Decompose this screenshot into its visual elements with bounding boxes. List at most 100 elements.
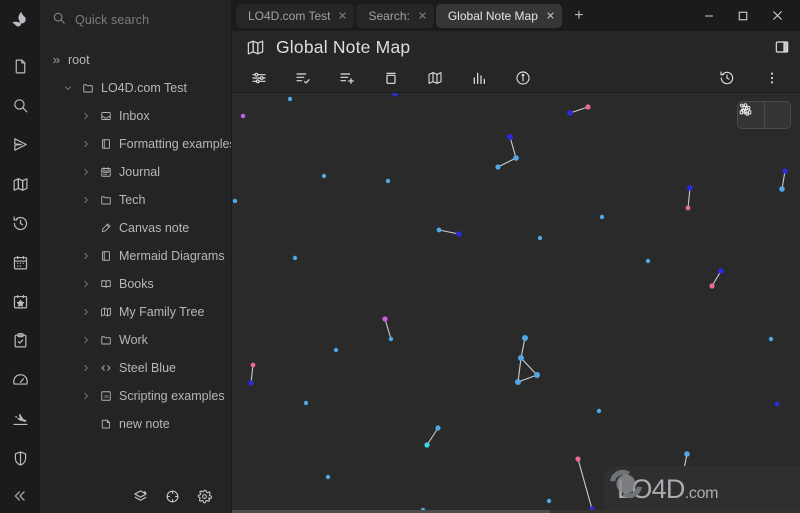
graph-node[interactable] (659, 471, 665, 477)
chevron-right-icon[interactable] (80, 167, 92, 177)
tree-item-formatting-examples[interactable]: Formatting examples (40, 130, 232, 158)
rail-item-workspaces[interactable] (0, 400, 40, 439)
tree-item-work[interactable]: Work (40, 326, 232, 354)
tree-item-my-family-tree[interactable]: My Family Tree (40, 298, 232, 326)
chevron-right-icon[interactable] (80, 363, 92, 373)
graph-node[interactable] (382, 316, 388, 322)
new-tab-button[interactable]: + (567, 4, 591, 28)
save-preset-button[interactable] (331, 65, 362, 91)
minimize-button[interactable] (692, 0, 726, 31)
stats-button[interactable] (463, 65, 494, 91)
graph-node[interactable] (435, 425, 441, 431)
close-icon[interactable] (546, 9, 555, 22)
rail-item-calendar[interactable] (0, 243, 40, 282)
graph-node[interactable] (321, 173, 327, 179)
tree-row-root[interactable]: root (40, 46, 232, 74)
collapse-sidebar-button[interactable] (0, 479, 40, 513)
chevron-right-icon[interactable] (80, 139, 92, 149)
graph-node[interactable] (518, 355, 524, 361)
tree-item-journal[interactable]: Journal (40, 158, 232, 186)
graph-node[interactable] (392, 93, 398, 97)
graph-node[interactable] (515, 379, 521, 385)
maximize-button[interactable] (726, 0, 760, 31)
graph-node[interactable] (736, 477, 742, 483)
graph-node[interactable] (495, 164, 501, 170)
chevron-right-icon[interactable] (80, 195, 92, 205)
graph-node[interactable] (585, 104, 591, 110)
hierarchy-layout-button[interactable] (739, 102, 790, 128)
chevron-right-icon[interactable] (80, 335, 92, 345)
graph-node[interactable] (456, 231, 462, 237)
graph-node[interactable] (436, 227, 442, 233)
chevron-right-icon[interactable] (80, 251, 92, 261)
tree-item-steel-blue[interactable]: Steel Blue (40, 354, 232, 382)
layers-icon[interactable] (133, 489, 148, 504)
more-options-button[interactable] (756, 65, 787, 91)
tree-item-scripting-examples[interactable]: JS Scripting examples (40, 382, 232, 410)
map-view-button[interactable] (419, 65, 450, 91)
rail-item-quick-switcher[interactable] (0, 125, 40, 164)
tree-item-books[interactable]: Books (40, 270, 232, 298)
graph-node[interactable] (599, 214, 605, 220)
graph-node[interactable] (718, 268, 724, 274)
close-icon[interactable] (418, 9, 427, 22)
graph-node[interactable] (240, 113, 246, 119)
chevron-right-icon[interactable] (80, 111, 92, 121)
graph-node[interactable] (424, 442, 430, 448)
rail-item-search[interactable] (0, 86, 40, 125)
rail-item-graph-view[interactable] (0, 165, 40, 204)
graph-node[interactable] (534, 372, 540, 378)
graph-node[interactable] (768, 336, 774, 342)
graph-node[interactable] (680, 471, 686, 477)
close-window-button[interactable] (760, 0, 794, 31)
graph-node[interactable] (687, 185, 693, 191)
graph-node[interactable] (537, 235, 543, 241)
chevron-right-icon[interactable] (80, 279, 92, 289)
history-button[interactable] (711, 65, 742, 91)
graph-node[interactable] (248, 380, 254, 386)
chevron-down-icon[interactable] (62, 83, 74, 93)
graph-node[interactable] (292, 255, 298, 261)
graph-node[interactable] (546, 498, 552, 504)
graph-node[interactable] (287, 96, 293, 102)
graph-node[interactable] (513, 155, 519, 161)
close-icon[interactable] (338, 9, 347, 22)
graph-node[interactable] (774, 401, 780, 407)
graph-node[interactable] (303, 400, 309, 406)
toggle-right-sidebar-icon[interactable] (774, 39, 790, 55)
tree-item-tech[interactable]: Tech (40, 186, 232, 214)
graph-node[interactable] (232, 198, 238, 204)
rail-item-security[interactable] (0, 439, 40, 478)
chevron-right-icon[interactable] (80, 307, 92, 317)
rail-item-dashboard[interactable] (0, 361, 40, 400)
rail-item-starred[interactable] (0, 282, 40, 321)
graph-node[interactable] (684, 451, 690, 457)
tab-2[interactable]: Search: (356, 3, 434, 28)
rail-item-tasks[interactable] (0, 321, 40, 360)
graph-node[interactable] (596, 408, 602, 414)
tab-1[interactable]: LO4D.com Test (236, 3, 355, 28)
tree-item-new-note[interactable]: new note (40, 410, 232, 438)
graph-node[interactable] (709, 283, 715, 289)
quick-search-input[interactable]: Quick search (40, 0, 232, 40)
graph-node[interactable] (388, 336, 394, 342)
tree-item-inbox[interactable]: Inbox (40, 102, 232, 130)
graph-node[interactable] (522, 335, 528, 341)
graph-node[interactable] (779, 186, 785, 192)
tree-item-lo4d-com-test[interactable]: LO4D.com Test (40, 74, 232, 102)
graph-node[interactable] (507, 134, 513, 140)
graph-node[interactable] (782, 168, 788, 174)
tree-item-canvas-note[interactable]: Canvas note (40, 214, 232, 242)
archive-button[interactable] (375, 65, 406, 91)
global-note-map-canvas[interactable]: LO4D.com (232, 93, 800, 513)
graph-node[interactable] (685, 205, 691, 211)
graph-node[interactable] (575, 456, 581, 462)
filter-settings-button[interactable] (243, 65, 274, 91)
graph-node[interactable] (325, 474, 331, 480)
graph-node[interactable] (645, 258, 651, 264)
info-button[interactable] (507, 65, 538, 91)
graph-node[interactable] (250, 362, 256, 368)
apply-preset-button[interactable] (287, 65, 318, 91)
tab-3[interactable]: Global Note Map (435, 3, 562, 28)
graph-node[interactable] (567, 110, 573, 116)
